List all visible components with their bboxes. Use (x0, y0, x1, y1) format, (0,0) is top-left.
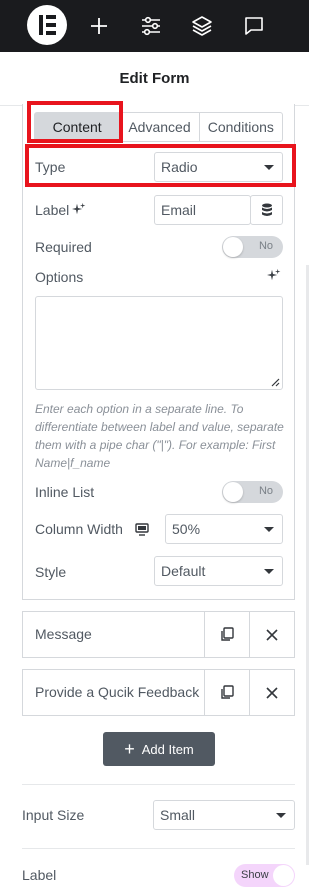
copy-icon (221, 685, 234, 699)
toggle-knob (273, 865, 294, 886)
label-show-toggle-text: Show (241, 869, 269, 881)
list-item[interactable]: Message (22, 611, 295, 658)
desktop-icon[interactable] (135, 523, 149, 536)
ai-sparkle-icon[interactable] (267, 268, 283, 284)
input-size-label: Input Size (22, 807, 85, 823)
style-select[interactable]: Default (154, 556, 283, 586)
item-label: Message (35, 626, 92, 642)
chevron-down-icon (264, 527, 274, 532)
input-size-value: Small (160, 807, 196, 823)
close-icon (266, 628, 278, 641)
resize-handle-icon[interactable] (270, 377, 280, 387)
required-label: Required (35, 239, 92, 255)
remove-button[interactable] (249, 670, 294, 715)
label-setting-label: Label (22, 867, 57, 883)
plus-icon: + (124, 739, 135, 759)
ai-sparkle-icon[interactable] (72, 202, 88, 218)
options-label: Options (35, 269, 84, 285)
label-input-value: Email (161, 202, 197, 218)
toggle-knob (223, 237, 243, 257)
inline-list-toggle-text: No (258, 485, 273, 497)
inline-list-toggle[interactable]: No (222, 481, 283, 503)
chat-icon[interactable] (241, 13, 267, 39)
label-input[interactable]: Email (154, 195, 251, 225)
plus-icon[interactable] (86, 13, 112, 39)
chevron-down-icon (276, 813, 286, 818)
duplicate-button[interactable] (204, 612, 249, 657)
style-label: Style (35, 564, 67, 580)
input-size-select[interactable]: Small (153, 800, 295, 830)
required-toggle-text: No (258, 240, 273, 252)
options-textarea[interactable] (35, 296, 283, 390)
layers-icon[interactable] (189, 13, 215, 39)
close-icon (266, 686, 278, 699)
add-item-label: Add Item (141, 741, 194, 757)
column-width-select[interactable]: 50% (165, 514, 283, 544)
label-show-toggle[interactable]: Show (234, 864, 295, 887)
column-width-label: Column Width (35, 521, 123, 537)
toggle-knob (223, 482, 243, 502)
copy-icon (221, 627, 234, 641)
tab-conditions[interactable]: Conditions (198, 113, 282, 141)
style-select-value: Default (161, 563, 206, 579)
tab-advanced[interactable]: Advanced (119, 113, 198, 141)
highlight-content-tab (27, 101, 123, 143)
highlight-type-row (25, 144, 296, 187)
item-label: Provide a Qucik Feedback (35, 684, 200, 700)
divider (22, 848, 295, 849)
sliders-icon[interactable] (138, 13, 164, 39)
add-item-button[interactable]: + Add Item (103, 732, 215, 766)
options-help-text: Enter each option in a separate line. To… (35, 402, 284, 470)
dynamic-tags-button[interactable] (250, 195, 283, 225)
list-item[interactable]: Provide a Qucik Feedback (22, 669, 295, 716)
top-toolbar (0, 0, 309, 52)
page-title: Edit Form (0, 52, 309, 106)
database-icon (262, 203, 272, 216)
elementor-logo[interactable] (27, 5, 67, 45)
duplicate-button[interactable] (204, 670, 249, 715)
remove-button[interactable] (249, 612, 294, 657)
required-toggle[interactable]: No (222, 236, 283, 258)
scrollbar[interactable] (306, 265, 309, 865)
column-width-value: 50% (172, 521, 201, 537)
label-label: Label (35, 202, 70, 218)
chevron-down-icon (264, 569, 274, 574)
inline-list-label: Inline List (35, 484, 95, 500)
divider (22, 784, 295, 785)
